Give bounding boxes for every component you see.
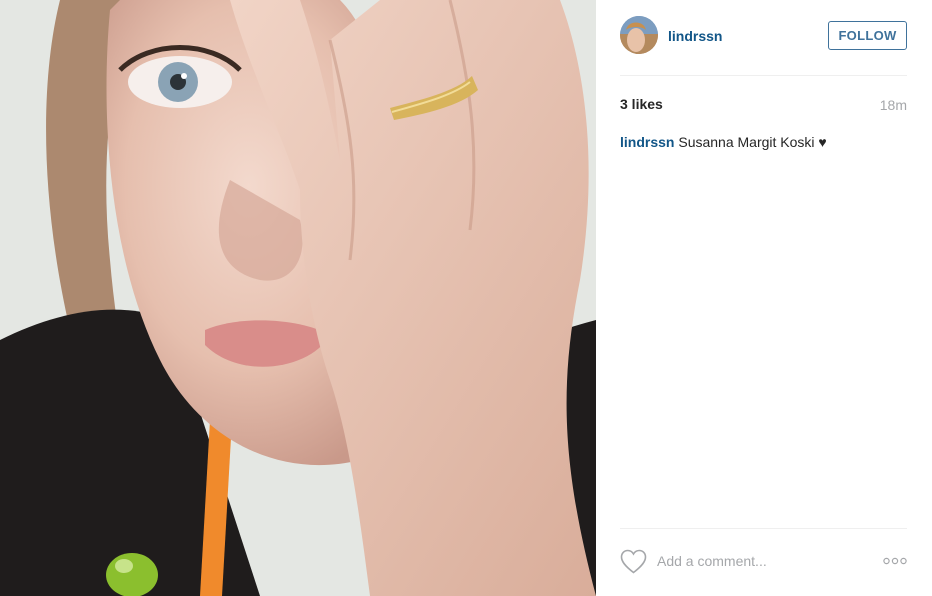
header-divider	[620, 75, 907, 76]
follow-button[interactable]: FOLLOW	[828, 21, 907, 50]
add-comment-input[interactable]	[657, 550, 857, 572]
caption: lindrssn Susanna Margit Koski ♥	[620, 134, 907, 150]
caption-text: Susanna Margit Koski ♥	[674, 134, 827, 150]
likes-count[interactable]: 3 likes	[620, 96, 663, 112]
author-username-link[interactable]: lindrssn	[668, 28, 722, 44]
comment-bar	[620, 546, 907, 578]
comment-divider	[620, 528, 907, 529]
photo-illustration	[0, 0, 596, 596]
instagram-post: lindrssn FOLLOW 3 likes 18m lindrssn Sus…	[0, 0, 932, 596]
caption-username-link[interactable]: lindrssn	[620, 134, 674, 150]
more-options-icon[interactable]	[883, 554, 907, 568]
post-header: lindrssn FOLLOW	[620, 16, 907, 56]
avatar[interactable]	[620, 16, 658, 54]
post-details-panel: lindrssn FOLLOW 3 likes 18m lindrssn Sus…	[596, 0, 932, 596]
post-photo[interactable]	[0, 0, 596, 596]
heart-outline-icon[interactable]	[620, 549, 647, 574]
post-timestamp[interactable]: 18m	[880, 97, 907, 113]
avatar-image	[620, 16, 658, 54]
